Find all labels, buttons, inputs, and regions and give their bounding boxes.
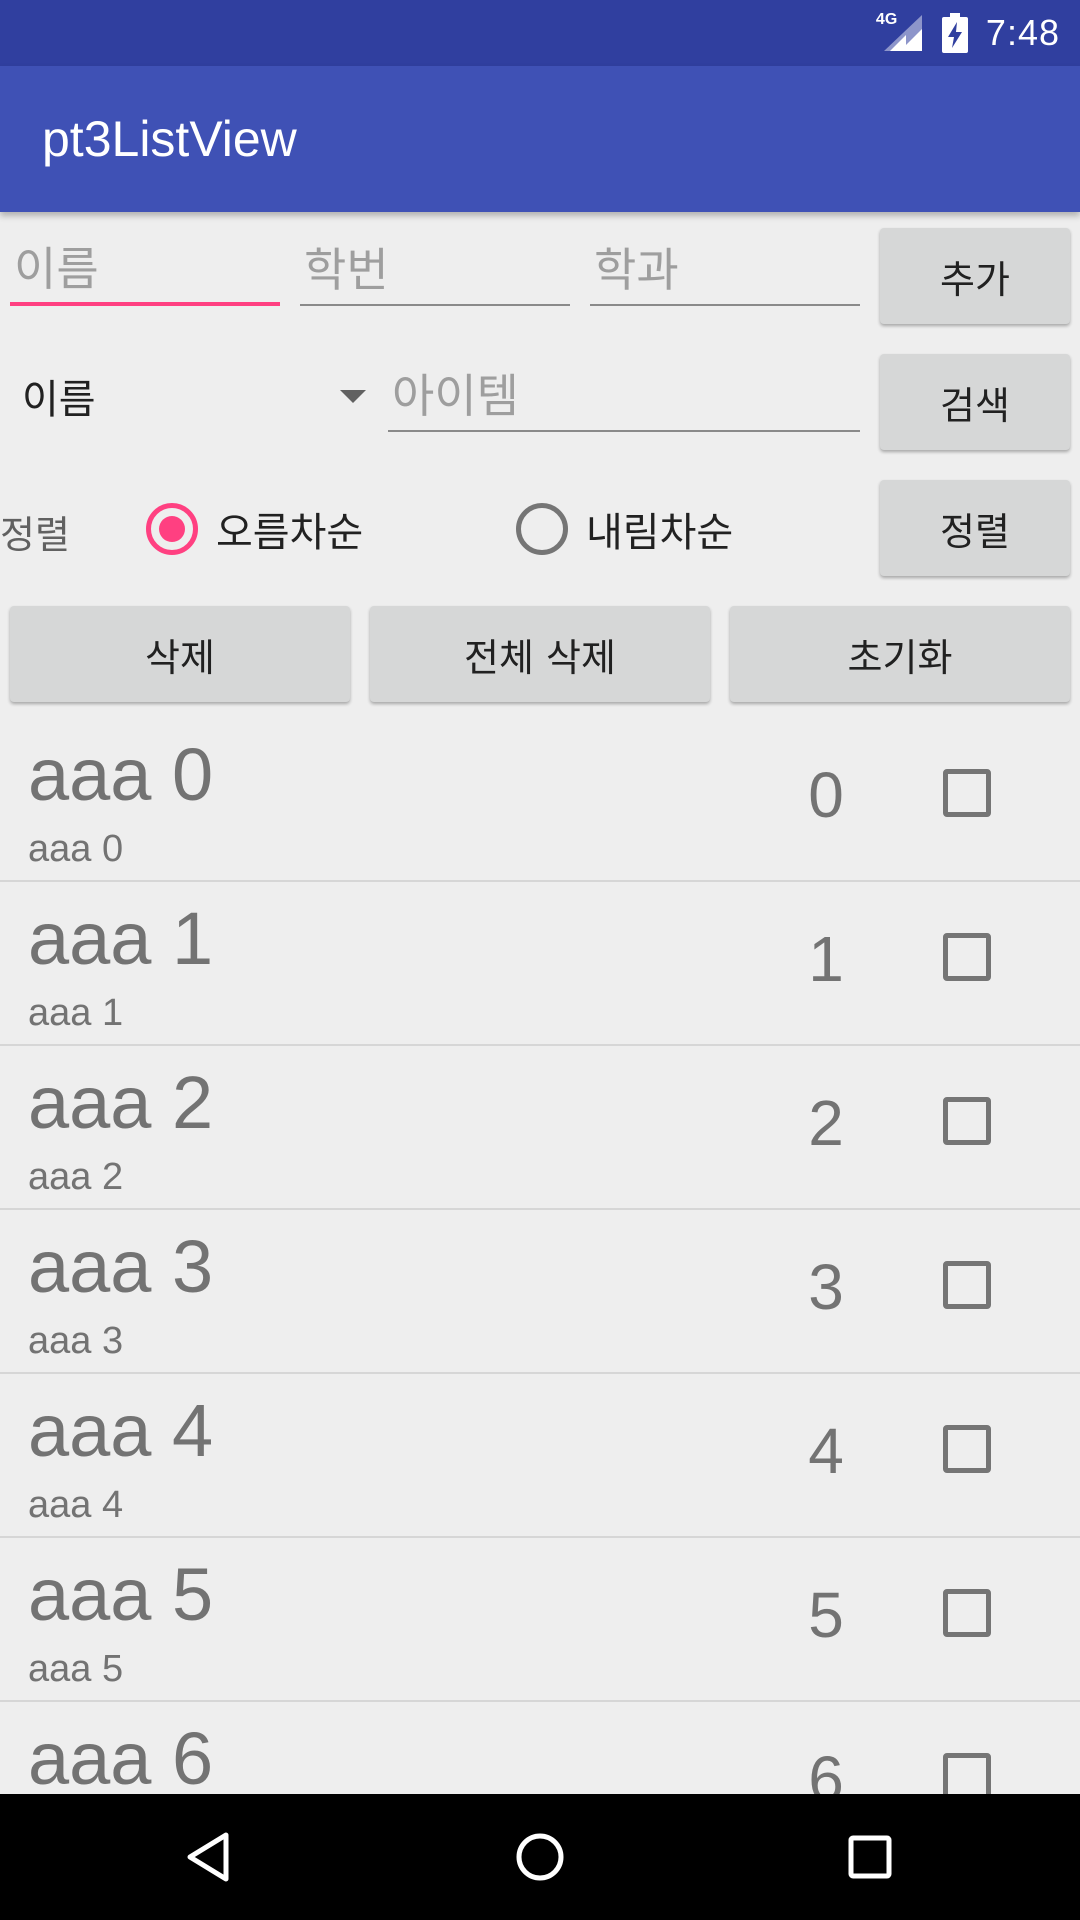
item-title: aaa 6	[28, 1717, 214, 1794]
status-bar: 4G 7:48	[0, 0, 1080, 66]
item-checkbox[interactable]	[943, 933, 991, 981]
item-subtitle: aaa 4	[28, 1484, 124, 1526]
item-number: 5	[808, 1579, 844, 1651]
item-number: 4	[808, 1415, 844, 1487]
app-title: pt3ListView	[42, 111, 297, 167]
app-bar: pt3ListView	[0, 66, 1080, 212]
clock: 7:48	[985, 12, 1060, 53]
list-item[interactable]: aaa 5 aaa 5 5	[0, 1538, 1080, 1702]
search-input[interactable]	[388, 362, 860, 432]
descending-label: 내림차순	[586, 510, 734, 556]
battery-charging-icon	[941, 13, 968, 53]
sort-label: 정렬	[0, 513, 70, 557]
list-item[interactable]: aaa 6 6	[0, 1702, 1080, 1794]
item-title: aaa 1	[28, 897, 214, 980]
item-number: 3	[808, 1251, 844, 1323]
list-item[interactable]: aaa 1 aaa 1 1	[0, 882, 1080, 1046]
student-id-input[interactable]	[300, 236, 570, 306]
network-type: 4G	[875, 11, 898, 28]
item-subtitle: aaa 2	[28, 1156, 124, 1198]
radio-checked-icon	[146, 503, 198, 555]
item-number: 6	[808, 1743, 844, 1794]
delete-all-button[interactable]: 전체 삭제	[370, 606, 710, 702]
item-subtitle: aaa 0	[28, 828, 124, 870]
main-content: 추가 이름 검색 정렬 오름차순 내림차순 정렬 삭제 전체 삭제 초기화 aa…	[0, 212, 1080, 1794]
search-field-spinner[interactable]: 이름	[22, 354, 366, 438]
back-icon[interactable]	[180, 1827, 240, 1887]
item-checkbox[interactable]	[943, 1425, 991, 1473]
item-number: 2	[808, 1087, 844, 1159]
item-checkbox[interactable]	[943, 1753, 991, 1794]
home-icon[interactable]	[510, 1827, 570, 1887]
item-title: aaa 5	[28, 1553, 214, 1636]
sort-button[interactable]: 정렬	[880, 480, 1070, 576]
spinner-value: 이름	[22, 377, 96, 423]
name-input[interactable]	[10, 236, 280, 306]
add-button[interactable]: 추가	[880, 228, 1070, 324]
item-number: 1	[808, 923, 844, 995]
item-number: 0	[808, 759, 844, 831]
list-item[interactable]: aaa 3 aaa 3 3	[0, 1210, 1080, 1374]
item-checkbox[interactable]	[943, 1589, 991, 1637]
item-title: aaa 4	[28, 1389, 214, 1472]
item-checkbox[interactable]	[943, 769, 991, 817]
radio-unchecked-icon	[516, 503, 568, 555]
list-item[interactable]: aaa 4 aaa 4 4	[0, 1374, 1080, 1538]
item-subtitle: aaa 1	[28, 992, 124, 1034]
list-item[interactable]: aaa 0 aaa 0 0	[0, 718, 1080, 882]
ascending-label: 오름차순	[216, 510, 364, 556]
recents-icon[interactable]	[840, 1827, 900, 1887]
dropdown-arrow-icon	[340, 390, 366, 403]
item-title: aaa 2	[28, 1061, 214, 1144]
item-checkbox[interactable]	[943, 1097, 991, 1145]
item-subtitle: aaa 5	[28, 1648, 124, 1690]
descending-radio[interactable]: 내림차순	[516, 500, 733, 558]
signal-icon: 4G	[875, 11, 924, 53]
status-icons: 4G 7:48	[876, 0, 1060, 66]
search-button[interactable]: 검색	[880, 354, 1070, 450]
item-checkbox[interactable]	[943, 1261, 991, 1309]
list-item[interactable]: aaa 2 aaa 2 2	[0, 1046, 1080, 1210]
department-input[interactable]	[590, 236, 860, 306]
item-subtitle: aaa 3	[28, 1320, 124, 1362]
navigation-bar	[0, 1794, 1080, 1920]
ascending-radio[interactable]: 오름차순	[146, 500, 363, 558]
delete-button[interactable]: 삭제	[10, 606, 350, 702]
item-title: aaa 3	[28, 1225, 214, 1308]
reset-button[interactable]: 초기화	[730, 606, 1070, 702]
item-title: aaa 0	[28, 733, 214, 816]
